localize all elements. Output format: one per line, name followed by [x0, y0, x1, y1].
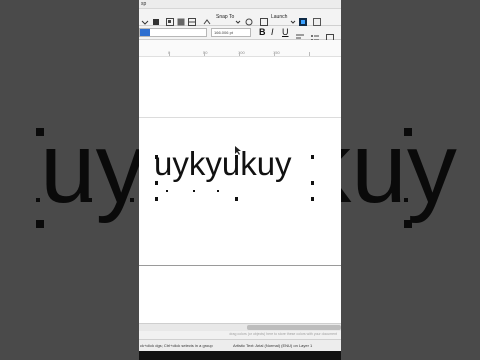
ruler-tick: [309, 52, 310, 56]
view-icon[interactable]: [166, 13, 174, 26]
help-icon[interactable]: [313, 13, 321, 26]
text-options-icon[interactable]: [326, 29, 334, 42]
italic-button[interactable]: I: [271, 27, 274, 37]
selection-handle-bottom-right[interactable]: [311, 197, 314, 201]
character-node[interactable]: [193, 190, 195, 192]
options-icon[interactable]: [245, 13, 253, 26]
background-handle: [36, 128, 44, 136]
bottom-edge: [139, 351, 341, 360]
background-handle: [404, 220, 412, 228]
ruler-tick: [204, 52, 205, 56]
main-toolbar: Snap To Launch: [139, 9, 341, 26]
font-size-field[interactable]: 166.006 pt: [211, 28, 251, 37]
color-dock-hint-text: drag colors (or objects) here to store t…: [229, 332, 337, 336]
bullets-icon[interactable]: [311, 29, 319, 41]
page-border-top: [139, 117, 341, 118]
background-dot: [36, 198, 40, 202]
background-dot: [404, 198, 408, 202]
ruler-tick: [239, 52, 240, 56]
color-dock-hint: drag colors (or objects) here to store t…: [139, 331, 341, 339]
property-bar: 166.006 pt B I U: [139, 26, 341, 42]
grid-icon[interactable]: [177, 13, 185, 26]
selection-handle-bottom-left[interactable]: [155, 197, 158, 201]
layout-icon[interactable]: [188, 13, 196, 26]
status-object-info: Artistic Text: Arial (Normal) (ENU) on L…: [233, 343, 313, 348]
selection-handle-middle-right[interactable]: [311, 181, 314, 185]
background-handle: [404, 128, 412, 136]
font-name-selection: [140, 29, 150, 36]
ruler-tick: [169, 52, 170, 56]
snap-to-button[interactable]: Snap To: [216, 12, 234, 22]
horizontal-ruler: 0 50 100 150: [139, 40, 341, 57]
background-dot: [88, 198, 92, 202]
align-left-icon[interactable]: [296, 29, 304, 42]
character-node[interactable]: [166, 190, 168, 192]
character-node[interactable]: [217, 190, 219, 192]
chevron-down-icon[interactable]: [289, 13, 297, 24]
app-window: sp Snap To Launch 166.006 pt B I U 50 10…: [139, 0, 341, 360]
selection-handle-top-left[interactable]: [155, 155, 158, 159]
window-title: sp: [141, 1, 147, 7]
selection-handle-bottom-middle[interactable]: [235, 197, 238, 201]
font-name-field[interactable]: [139, 28, 207, 37]
ruler-tick: [274, 52, 275, 56]
background-dot: [130, 198, 134, 202]
launch-icon[interactable]: [260, 13, 268, 26]
page-border-bottom: [139, 265, 341, 266]
scrollbar-thumb[interactable]: [247, 325, 341, 330]
underline-button[interactable]: U: [282, 27, 289, 37]
selection-handle-top-right[interactable]: [311, 155, 314, 159]
chevron-down-icon[interactable]: [234, 13, 242, 24]
selection-handle-middle-left[interactable]: [155, 181, 158, 185]
fullscreen-icon[interactable]: [152, 13, 160, 25]
status-hint: ck+click dgs; Ctrl+click selects in a gr…: [140, 343, 213, 348]
artistic-text-object[interactable]: uykyukuy: [154, 147, 292, 180]
background-handle: [36, 220, 44, 228]
dropdown-arrow-icon[interactable]: [141, 13, 149, 25]
snap-icon[interactable]: [203, 13, 211, 25]
mouse-cursor-icon: [235, 146, 241, 157]
drawing-canvas[interactable]: uykyukuy: [139, 57, 341, 323]
title-bar: sp: [139, 0, 341, 9]
photoshop-icon[interactable]: [299, 13, 307, 26]
bold-button[interactable]: B: [259, 27, 266, 37]
launch-button[interactable]: Launch: [271, 12, 287, 22]
